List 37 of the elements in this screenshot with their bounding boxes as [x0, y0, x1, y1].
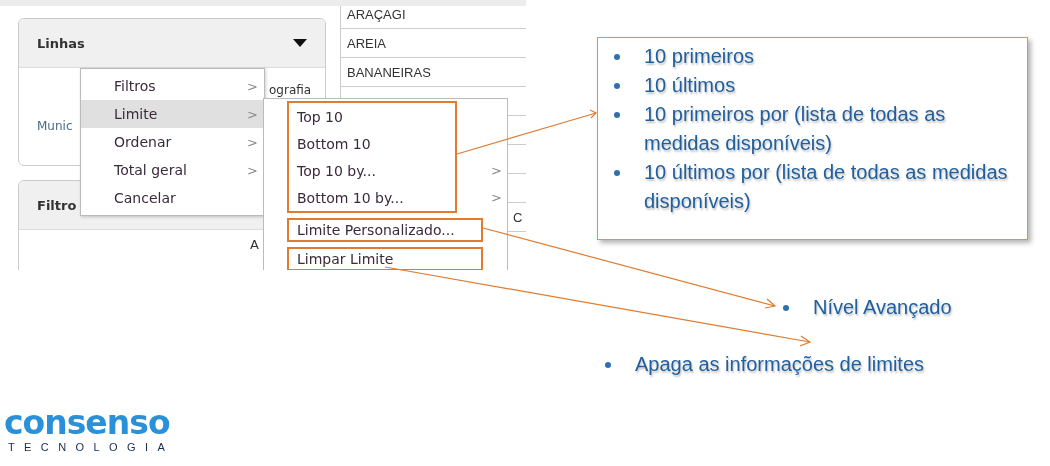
menu-item[interactable]: Limpar Limite — [297, 251, 394, 267]
bullet-text: 10 primeiros por (lista de todas as medidas disponíveis) — [644, 103, 946, 154]
bullet-icon — [605, 362, 611, 368]
bullet-icon — [614, 54, 620, 60]
dropdown-icon[interactable] — [293, 39, 307, 47]
bullet-text: 10 últimos por (lista de todas as medidas disponíveis) — [644, 161, 1008, 212]
logo-wordmark: consenso — [4, 405, 170, 441]
bullet-icon — [614, 83, 620, 89]
bullet-text: Apaga as informações de limites — [635, 353, 925, 375]
menu-item[interactable]: Limite Personalizado... — [297, 222, 455, 238]
row-field-label: Munic — [37, 119, 73, 133]
menu-item[interactable]: Cancelar — [81, 184, 264, 212]
panel-title: Filtro — [37, 197, 77, 213]
bullet-icon — [783, 305, 789, 311]
table-cell: AREIA — [347, 35, 386, 51]
menu-item[interactable]: Total geral > — [81, 156, 264, 184]
panel-title: Linhas — [37, 35, 85, 51]
bullet-icon — [614, 112, 620, 118]
filter-cell: A — [250, 237, 259, 252]
menu-item[interactable]: Top 10 by... — [297, 162, 376, 179]
submenu-arrow: > — [491, 163, 502, 178]
menu-item[interactable]: Bottom 10 by... — [297, 189, 404, 206]
bullet-text: Nível Avançado — [813, 296, 952, 318]
bullet-icon — [614, 170, 620, 176]
table-cell: BANANEIRAS — [347, 64, 431, 80]
menu-item[interactable]: Filtros > — [81, 72, 264, 100]
bullet-text: 10 primeiros — [644, 45, 755, 67]
bullet-text: 10 últimos — [644, 74, 736, 96]
menu-item[interactable]: Limite > — [81, 100, 264, 128]
submenu-arrow: > — [491, 190, 502, 205]
menu-item[interactable]: Ordenar > — [81, 128, 264, 156]
table-cell: ARAÇAGI — [347, 6, 406, 22]
table-cell: C — [513, 209, 523, 225]
menu-item[interactable]: Top 10 — [297, 108, 343, 125]
column-field-label: ografia — [269, 83, 312, 97]
menu-item[interactable]: Bottom 10 — [297, 135, 371, 152]
logo-tagline: TECNOLOGIA — [8, 441, 175, 453]
